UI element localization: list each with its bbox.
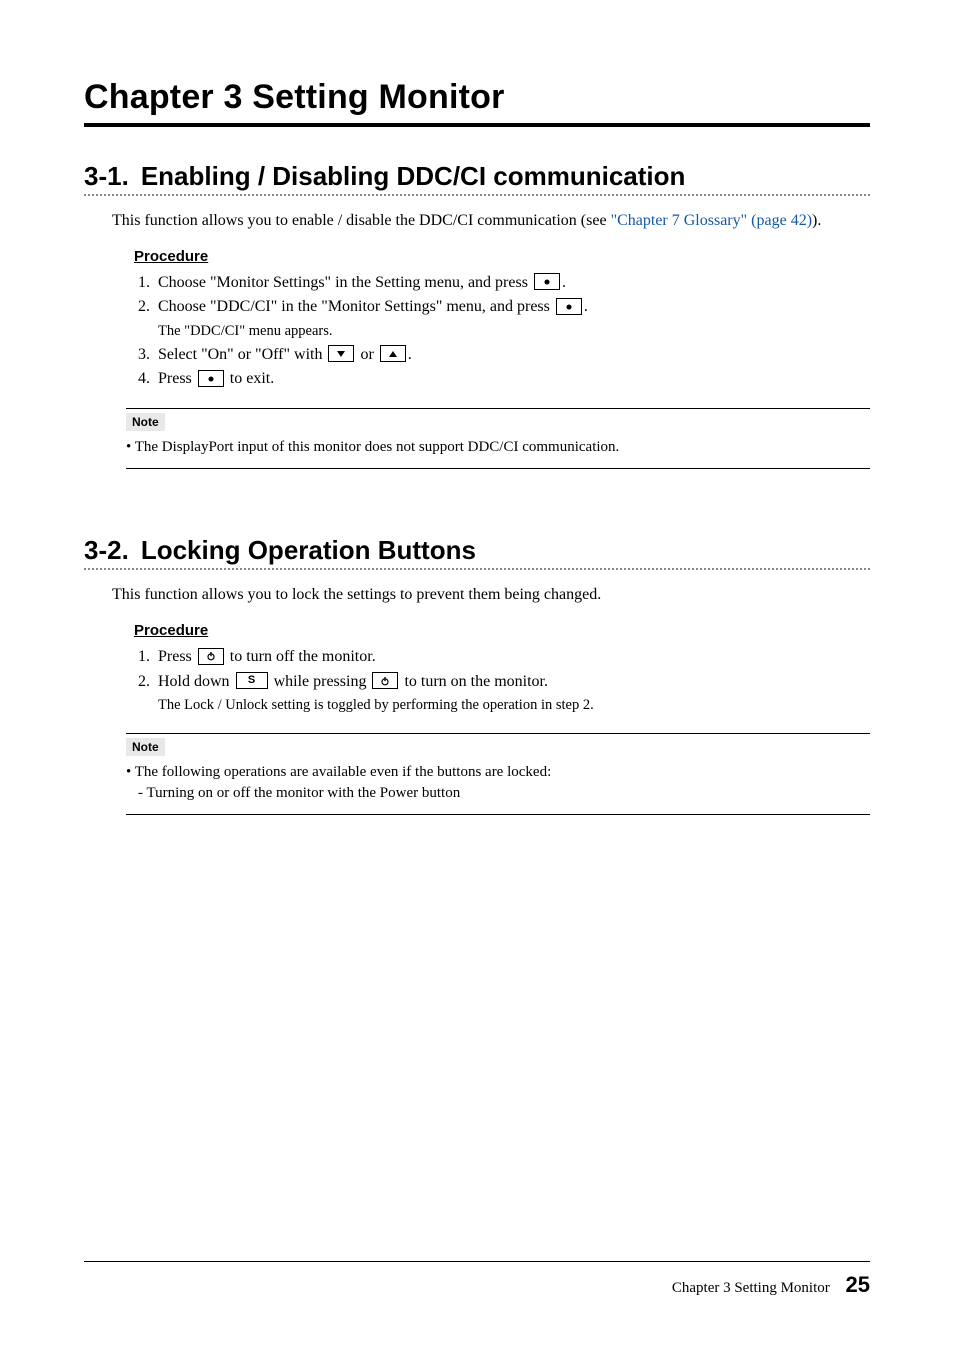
- section-3-2-title: Locking Operation Buttons: [141, 535, 476, 566]
- step-text: Choose "DDC/CI" in the "Monitor Settings…: [158, 298, 554, 315]
- footer-chapter-label: Chapter 3 Setting Monitor: [672, 1280, 830, 1296]
- step-text: .: [408, 346, 412, 363]
- step-text: Select "On" or "Off" with: [158, 346, 326, 363]
- step-3-1-2: Choose "DDC/CI" in the "Monitor Settings…: [154, 295, 870, 342]
- section-3-1-intro: This function allows you to enable / dis…: [112, 210, 870, 232]
- step-text: .: [562, 274, 566, 291]
- enter-icon: [556, 298, 582, 315]
- page: Chapter 3 Setting Monitor 3-1. Enabling …: [0, 0, 954, 1350]
- up-arrow-icon: [380, 345, 406, 362]
- step-text: Hold down: [158, 673, 234, 690]
- procedure-heading-3-2: Procedure: [134, 622, 870, 639]
- power-icon: [372, 672, 398, 689]
- step-text: to exit.: [226, 370, 274, 387]
- page-number: 25: [846, 1272, 870, 1297]
- section-3-1-number: 3-1.: [84, 161, 129, 192]
- note-block-3-1: Note • The DisplayPort input of this mon…: [126, 408, 870, 469]
- page-footer: Chapter 3 Setting Monitor 25: [84, 1261, 870, 1298]
- section-3-2-number: 3-2.: [84, 535, 129, 566]
- chapter-title: Chapter 3 Setting Monitor: [84, 78, 870, 127]
- step-3-1-4: Press to exit.: [154, 367, 870, 392]
- note-label: Note: [126, 738, 165, 756]
- step-text: Press: [158, 370, 196, 387]
- procedure-list-3-2: Press to turn off the monitor. Hold down…: [134, 645, 870, 717]
- section-3-2-heading: 3-2. Locking Operation Buttons: [84, 535, 870, 570]
- procedure-list-3-1: Choose "Monitor Settings" in the Setting…: [134, 271, 870, 393]
- note-body: • The following operations are available…: [126, 762, 870, 804]
- intro-text-pre: This function allows you to enable / dis…: [112, 212, 611, 229]
- note-block-3-2: Note • The following operations are avai…: [126, 733, 870, 815]
- step-3-2-1: Press to turn off the monitor.: [154, 645, 870, 670]
- power-icon: [198, 648, 224, 665]
- step-text: to turn off the monitor.: [226, 648, 376, 665]
- procedure-heading-3-1: Procedure: [134, 248, 870, 265]
- step-3-2-2: Hold down S while pressing to turn on th…: [154, 670, 870, 717]
- note-line: • The following operations are available…: [126, 764, 551, 780]
- step-3-1-1: Choose "Monitor Settings" in the Setting…: [154, 271, 870, 296]
- step-text: or: [356, 346, 377, 363]
- section-3-2-intro: This function allows you to lock the set…: [112, 584, 870, 606]
- intro-text-post: ).: [812, 212, 821, 229]
- enter-icon: [198, 370, 224, 387]
- section-3-1-title: Enabling / Disabling DDC/CI communicatio…: [141, 161, 686, 192]
- step-subtext: The "DDC/CI" menu appears.: [158, 320, 870, 342]
- spacer: [84, 469, 870, 513]
- step-3-1-3: Select "On" or "Off" with or .: [154, 343, 870, 368]
- note-body: • The DisplayPort input of this monitor …: [126, 437, 870, 458]
- step-text: Choose "Monitor Settings" in the Setting…: [158, 274, 532, 291]
- note-label: Note: [126, 413, 165, 431]
- s-button-icon: S: [236, 672, 268, 689]
- step-text: to turn on the monitor.: [400, 673, 548, 690]
- step-subtext: The Lock / Unlock setting is toggled by …: [158, 694, 870, 716]
- step-text: while pressing: [270, 673, 371, 690]
- glossary-link[interactable]: "Chapter 7 Glossary" (page 42): [611, 212, 812, 229]
- section-3-1-heading: 3-1. Enabling / Disabling DDC/CI communi…: [84, 161, 870, 196]
- step-text: Press: [158, 648, 196, 665]
- step-text: .: [584, 298, 588, 315]
- note-subline: - Turning on or off the monitor with the…: [138, 783, 870, 804]
- enter-icon: [534, 273, 560, 290]
- down-arrow-icon: [328, 345, 354, 362]
